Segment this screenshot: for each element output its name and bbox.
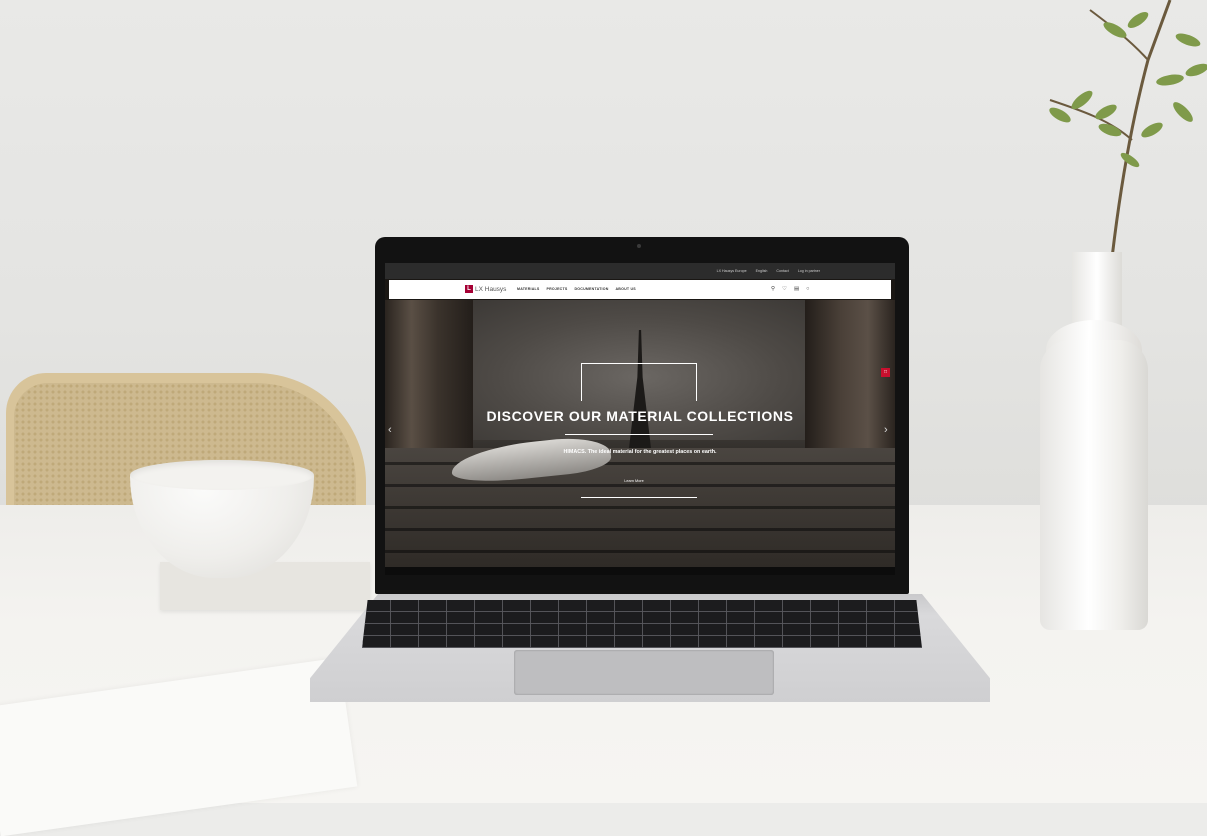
main-menu: MATERIALS PROJECTS DOCUMENTATION ABOUT U… — [517, 287, 636, 291]
heart-icon[interactable]: ♡ — [782, 286, 787, 293]
logo-text: LX Hausys — [475, 285, 507, 293]
nav-icon-group: ⚲ ♡ ▤ ○ — [771, 286, 810, 293]
frame-left-line — [581, 363, 582, 401]
chat-icon[interactable]: □ — [881, 368, 890, 377]
frame-right-line — [696, 363, 697, 401]
plant-branch — [1049, 0, 1207, 259]
nav-documentation[interactable]: DOCUMENTATION — [574, 287, 608, 291]
learn-more-button[interactable]: Learn More — [614, 476, 654, 486]
contact-link[interactable]: Contact — [776, 269, 788, 273]
region-selector[interactable]: LX Hausys Europe — [717, 269, 747, 273]
laptop-keyboard — [362, 600, 922, 648]
frame-bottom-line — [581, 497, 697, 498]
chevron-right-icon[interactable]: › — [884, 424, 888, 436]
search-icon[interactable]: ⚲ — [771, 286, 775, 293]
website-topbar: LX Hausys Europe English Contact Log in … — [385, 263, 895, 279]
nav-projects[interactable]: PROJECTS — [547, 287, 568, 291]
chevron-left-icon[interactable]: ‹ — [388, 424, 392, 436]
hero-carousel: DISCOVER OUR MATERIAL COLLECTIONS HIMACS… — [385, 300, 895, 575]
laptop-trackpad — [514, 650, 774, 695]
hero-title: DISCOVER OUR MATERIAL COLLECTIONS — [486, 408, 794, 424]
cart-icon[interactable]: ▤ — [794, 286, 799, 293]
website-navbar: L LX Hausys MATERIALS PROJECTS DOCUMENTA… — [389, 280, 891, 299]
camera-icon — [637, 244, 641, 248]
white-vase — [1040, 340, 1148, 630]
title-underline — [565, 434, 713, 435]
hero-building-left — [385, 300, 473, 450]
hero-subtitle: HIMACS. The ideal material for the great… — [563, 449, 717, 455]
screen-bezel-bottom — [385, 567, 895, 575]
frame-top-line — [581, 363, 697, 364]
laptop-screen: LX Hausys Europe English Contact Log in … — [385, 263, 895, 575]
bowl-rim — [130, 460, 314, 490]
logo-mark: L — [465, 285, 473, 293]
nav-materials[interactable]: MATERIALS — [517, 287, 540, 291]
site-logo[interactable]: L LX Hausys — [465, 285, 506, 293]
language-selector[interactable]: English — [756, 269, 768, 273]
user-icon[interactable]: ○ — [806, 286, 809, 293]
nav-about-us[interactable]: ABOUT US — [616, 287, 636, 291]
login-link[interactable]: Log in partner — [798, 269, 820, 273]
